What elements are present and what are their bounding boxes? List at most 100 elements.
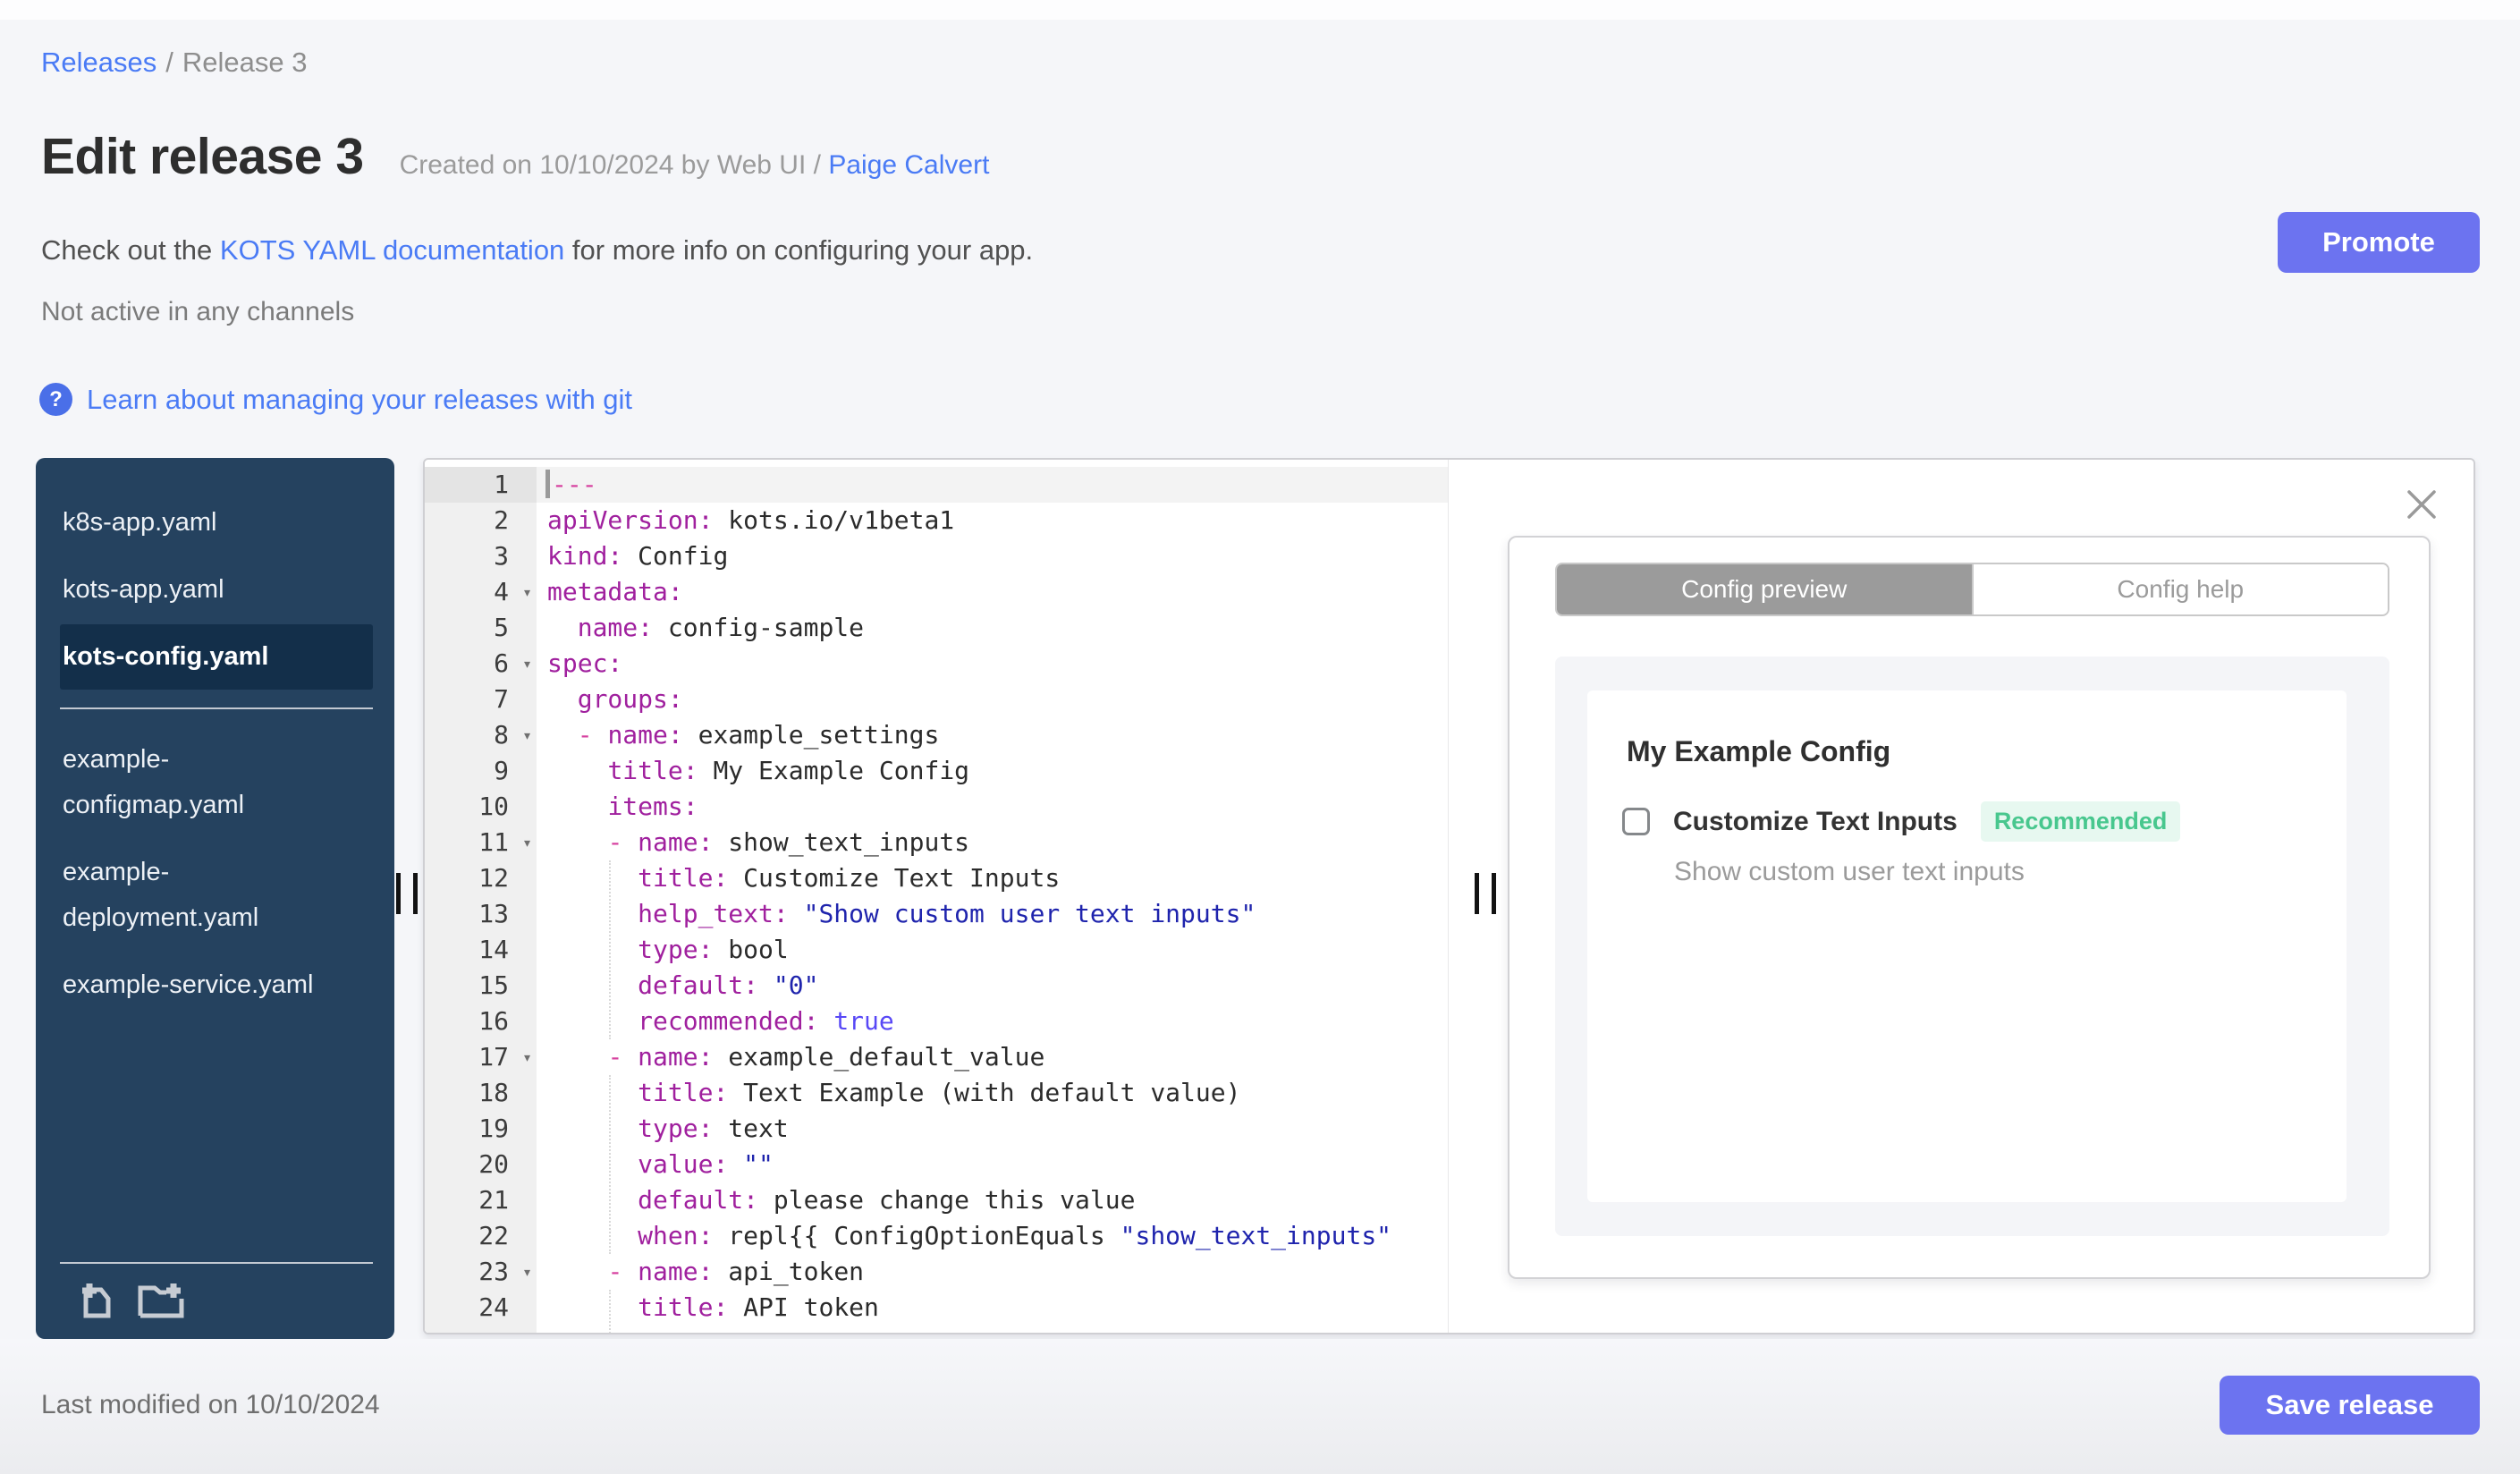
top-strip <box>0 0 2520 20</box>
breadcrumb-separator: / <box>165 47 173 78</box>
sidebar-item-kots-app.yaml[interactable]: kots-app.yaml <box>60 557 373 623</box>
code-text: name: config-sample <box>577 613 865 642</box>
file-label: example-configmap.yaml <box>63 745 245 819</box>
docs-before: Check out the <box>41 234 220 266</box>
line-number: 18 <box>425 1075 537 1111</box>
code-line-23[interactable]: 23 ▾ - name: api_token <box>425 1254 1448 1290</box>
page-title: Edit release 3 <box>41 128 364 185</box>
config-item-help: Show custom user text inputs <box>1674 857 2025 886</box>
docs-line: Check out the KOTS YAML documentation fo… <box>41 234 1033 267</box>
customize-text-inputs-checkbox[interactable] <box>1622 808 1650 835</box>
code-line-5[interactable]: 5 name: config-sample <box>425 610 1448 646</box>
breadcrumb-current: Release 3 <box>182 47 308 78</box>
code-text: recommended: true <box>638 1006 894 1036</box>
sidebar-item-example-deployment.yaml[interactable]: example-deployment.yaml <box>60 840 373 951</box>
line-number: 1 <box>425 467 537 503</box>
close-icon[interactable] <box>2404 487 2440 522</box>
config-preview-pane: Config preview Config help My Example Con… <box>1449 460 2473 1333</box>
code-text: value: "" <box>638 1149 774 1179</box>
line-number: 13 <box>425 896 537 932</box>
edit-release-page: Releases / Release 3 Edit release 3 Create… <box>0 0 2520 1474</box>
code-line-12[interactable]: 12 title: Customize Text Inputs <box>425 860 1448 896</box>
fold-arrow-icon[interactable]: ▾ <box>522 826 532 861</box>
sidebar-resize-handle[interactable] <box>396 873 418 914</box>
fold-arrow-icon[interactable]: ▾ <box>522 1040 532 1076</box>
code-line-17[interactable]: 17 ▾ - name: example_default_value <box>425 1039 1448 1075</box>
code-line-2[interactable]: 2 apiVersion: kots.io/v1beta1 <box>425 503 1448 538</box>
code-text: type: text <box>638 1114 789 1143</box>
new-file-icon[interactable] <box>74 1277 117 1320</box>
code-line-4[interactable]: 4 ▾ metadata: <box>425 574 1448 610</box>
code-line-25[interactable]: 25 type: password <box>425 1326 1448 1333</box>
code-line-7[interactable]: 7 groups: <box>425 682 1448 717</box>
code-line-9[interactable]: 9 title: My Example Config <box>425 753 1448 789</box>
code-line-15[interactable]: 15 default: "0" <box>425 968 1448 1004</box>
created-on-text: Created on 10/10/2024 by Web UI / Paige … <box>400 150 990 181</box>
code-line-13[interactable]: 13 help_text: "Show custom user text inp… <box>425 896 1448 932</box>
code-text: help_text: "Show custom user text inputs… <box>638 899 1256 928</box>
tab-config-help[interactable]: Config help <box>1971 564 2388 614</box>
line-number: 22 <box>425 1218 537 1254</box>
kots-yaml-docs-link[interactable]: KOTS YAML documentation <box>220 234 564 266</box>
code-line-11[interactable]: 11 ▾ - name: show_text_inputs <box>425 825 1448 860</box>
sidebar-item-example-service.yaml[interactable]: example-service.yaml <box>60 953 373 1018</box>
file-label: k8s-app.yaml <box>63 508 217 537</box>
git-releases-link[interactable]: Learn about managing your releases with … <box>87 384 632 416</box>
code-line-14[interactable]: 14 type: bool <box>425 932 1448 968</box>
code-text: default: please change this value <box>638 1185 1136 1215</box>
code-line-20[interactable]: 20 value: "" <box>425 1147 1448 1182</box>
line-number: 6 ▾ <box>425 646 537 682</box>
line-number: 19 <box>425 1111 537 1147</box>
code-line-10[interactable]: 10 items: <box>425 789 1448 825</box>
save-release-button[interactable]: Save release <box>2220 1376 2480 1435</box>
author-link[interactable]: Paige Calvert <box>828 150 989 180</box>
code-line-3[interactable]: 3 kind: Config <box>425 538 1448 574</box>
channel-status: Not active in any channels <box>41 297 355 326</box>
line-number: 24 <box>425 1290 537 1326</box>
created-on-prefix: Created on 10/10/2024 by Web UI / <box>399 150 829 180</box>
recommended-badge: Recommended <box>1980 801 2181 842</box>
line-number: 5 <box>425 610 537 646</box>
code-rows: 1 --- 2 apiVersion: kots.io/v1beta1 3 kind: C… <box>425 467 1448 1333</box>
code-line-6[interactable]: 6 ▾ spec: <box>425 646 1448 682</box>
sidebar-item-kots-config.yaml[interactable]: kots-config.yaml <box>60 624 373 690</box>
sidebar-item-example-configmap.yaml[interactable]: example-configmap.yaml <box>60 727 373 838</box>
new-folder-icon[interactable] <box>137 1277 185 1320</box>
config-item-label: Customize Text Inputs <box>1673 806 1958 836</box>
editor-resize-handle[interactable] <box>1475 873 1496 914</box>
tab-config-preview[interactable]: Config preview <box>1557 564 1972 614</box>
sidebar-divider <box>60 707 373 709</box>
sidebar-item-k8s-app.yaml[interactable]: k8s-app.yaml <box>60 490 373 555</box>
breadcrumb-releases-link[interactable]: Releases <box>41 47 156 78</box>
last-modified-text: Last modified on 10/10/2024 <box>41 1390 380 1419</box>
code-text: apiVersion: kots.io/v1beta1 <box>547 505 955 535</box>
code-text: title: My Example Config <box>607 756 970 785</box>
code-line-16[interactable]: 16 recommended: true <box>425 1004 1448 1039</box>
code-line-24[interactable]: 24 title: API token <box>425 1290 1448 1326</box>
fold-arrow-icon[interactable]: ▾ <box>522 718 532 754</box>
code-line-21[interactable]: 21 default: please change this value <box>425 1182 1448 1218</box>
line-number: 16 <box>425 1004 537 1039</box>
code-line-22[interactable]: 22 when: repl{{ ConfigOptionEquals "show… <box>425 1218 1448 1254</box>
promote-button[interactable]: Promote <box>2278 212 2480 273</box>
line-number: 25 <box>425 1326 537 1333</box>
file-label: kots-app.yaml <box>63 575 224 604</box>
file-list: k8s-app.yaml kots-app.yaml kots-config.yam… <box>36 490 394 1018</box>
code-line-18[interactable]: 18 title: Text Example (with default val… <box>425 1075 1448 1111</box>
fold-arrow-icon[interactable]: ▾ <box>522 647 532 682</box>
code-line-1[interactable]: 1 --- <box>425 467 1448 503</box>
line-number: 9 <box>425 753 537 789</box>
code-text: --- <box>537 467 1448 503</box>
code-line-8[interactable]: 8 ▾ - name: example_settings <box>425 717 1448 753</box>
fold-arrow-icon[interactable]: ▾ <box>522 575 532 611</box>
code-text: groups: <box>577 684 683 714</box>
sidebar-footer <box>60 1262 373 1339</box>
code-text: type: bool <box>638 935 789 964</box>
line-number: 4 ▾ <box>425 574 537 610</box>
fold-arrow-icon[interactable]: ▾ <box>522 1255 532 1291</box>
code-text: - name: show_text_inputs <box>607 827 970 857</box>
code-text: default: "0" <box>638 970 819 1000</box>
yaml-editor[interactable]: 1 --- 2 apiVersion: kots.io/v1beta1 3 kind: C… <box>425 460 1449 1333</box>
code-text: - name: api_token <box>607 1257 865 1286</box>
code-line-19[interactable]: 19 type: text <box>425 1111 1448 1147</box>
